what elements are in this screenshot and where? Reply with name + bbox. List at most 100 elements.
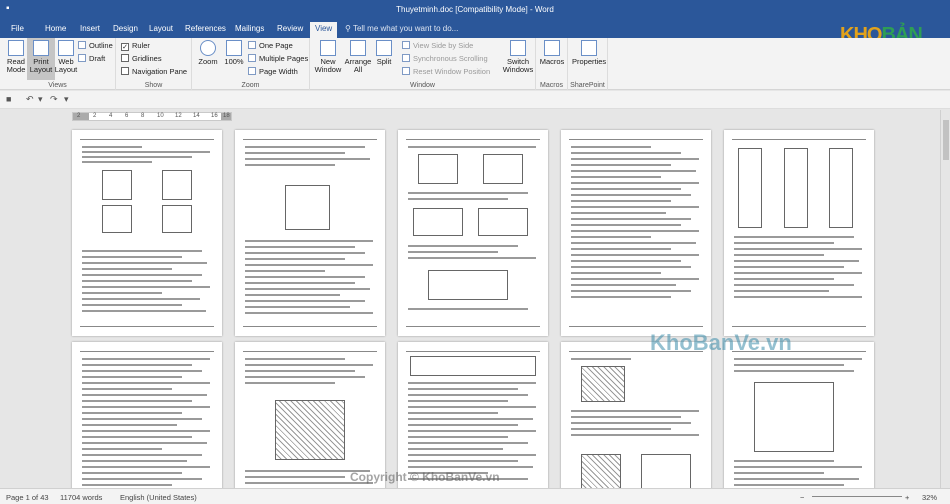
drawing [754,382,834,452]
drawing [428,270,508,300]
ruler-checkbox[interactable]: ✓ Ruler [121,40,150,52]
tab-design[interactable]: Design [108,23,143,38]
page-thumbnail[interactable] [235,130,385,336]
switch-windows-button[interactable]: Switch Windows [502,38,534,80]
tab-view[interactable]: View [310,22,338,38]
text-line [571,224,681,226]
watermark-copyright: Copyright © KhoBanVe.vn [350,470,500,484]
web-layout-button[interactable]: Web Layout [52,38,80,80]
text-line [82,364,192,366]
macros-label: Macros [539,57,565,66]
arrange-all-button[interactable]: Arrange All [344,38,372,80]
print-layout-icon [33,40,49,56]
ruler-num: 16 [211,113,218,119]
tab-insert[interactable]: Insert [75,23,105,38]
page-width-button[interactable]: Page Width [248,66,298,78]
page-thumbnail[interactable] [398,130,548,336]
multiple-pages-button[interactable]: Multiple Pages [248,53,308,65]
page-count-status[interactable]: Page 1 of 43 [6,493,49,502]
tab-home[interactable]: Home [40,23,71,38]
page-thumbnail[interactable] [398,342,548,488]
read-mode-button[interactable]: Read Mode [2,38,30,80]
text-line [245,252,365,254]
sync-scroll-button[interactable]: Synchronous Scrolling [402,53,488,65]
page-thumbnail[interactable] [724,342,874,488]
text-line [571,272,661,274]
split-button[interactable]: Split [370,38,398,80]
drawing [162,170,192,200]
text-line [408,448,503,450]
tab-references[interactable]: References [180,23,231,38]
page-thumbnail[interactable] [72,342,222,488]
tab-layout[interactable]: Layout [144,23,178,38]
word-count-status[interactable]: 11704 words [60,493,102,502]
page-thumbnail[interactable] [561,342,711,488]
table [410,356,536,376]
gridlines-check [121,54,129,62]
vertical-scrollbar[interactable] [940,110,950,488]
horizontal-ruler[interactable]: 2 2 4 6 8 10 12 14 16 18 [72,112,232,121]
text-line [408,442,528,444]
text-line [245,164,335,166]
text-line [245,370,355,372]
text-line [245,152,345,154]
drawing [483,154,523,184]
macros-button[interactable]: Macros [538,38,566,80]
page-header [406,135,540,140]
zoom-slider[interactable] [812,496,902,497]
print-layout-label: Print Layout [29,57,53,74]
tell-me-search[interactable]: ⚲ Tell me what you want to do... [345,24,458,33]
one-page-button[interactable]: One Page [248,40,293,52]
page-thumbnail[interactable] [72,130,222,336]
text-line [82,280,192,282]
draft-button[interactable]: Draft [78,53,105,65]
undo-icon[interactable]: ↶ [26,94,34,105]
text-line [734,284,854,286]
reset-pos-button[interactable]: Reset Window Position [402,66,490,78]
page-thumbnail[interactable] [561,130,711,336]
document-area[interactable] [0,124,940,488]
text-line [82,466,210,468]
zoom-out-icon[interactable]: − [800,493,804,502]
text-line [408,382,536,384]
text-line [82,161,152,163]
zoom-level[interactable]: 32% [922,493,937,502]
text-line [82,146,142,148]
properties-button[interactable]: Properties [572,38,606,80]
one-page-icon [248,41,256,49]
text-line [571,422,691,424]
redo-icon[interactable]: ↷ [50,94,58,105]
page-thumbnail[interactable] [235,342,385,488]
tab-file[interactable]: File [6,23,29,38]
zoom-button[interactable]: Zoom [194,38,222,80]
magnifier-icon [200,40,216,56]
tab-mailings[interactable]: Mailings [230,23,269,38]
save-icon-2[interactable]: ■ [6,94,11,104]
text-line [734,358,862,360]
qat-more-icon[interactable]: ▾ [64,94,69,105]
side-by-side-button[interactable]: View Side by Side [402,40,473,52]
scrollbar-thumb[interactable] [943,120,949,160]
text-line [245,312,373,314]
sync-scroll-label: Synchronous Scrolling [413,54,488,63]
page-thumbnail[interactable] [724,130,874,336]
split-icon [376,40,392,56]
nav-pane-check [121,67,129,75]
multiple-pages-icon [248,54,256,62]
language-status[interactable]: English (United States) [120,493,197,502]
gridlines-checkbox[interactable]: Gridlines [121,53,162,65]
page-header [80,135,214,140]
zoom-in-icon[interactable]: + [905,493,909,502]
ruler-num: 8 [141,113,145,119]
new-window-button[interactable]: New Window [313,38,343,80]
outline-button[interactable]: Outline [78,40,113,52]
undo-dropdown-icon[interactable]: ▾ [38,94,43,105]
print-layout-button[interactable]: Print Layout [27,38,55,80]
text-line [245,270,325,272]
zoom-100-button[interactable]: 100% [220,38,248,80]
text-line [82,460,187,462]
properties-label: Properties [572,57,607,66]
ruler-num: 18 [223,113,230,119]
nav-pane-checkbox[interactable]: Navigation Pane [121,66,187,78]
tab-review[interactable]: Review [272,23,308,38]
